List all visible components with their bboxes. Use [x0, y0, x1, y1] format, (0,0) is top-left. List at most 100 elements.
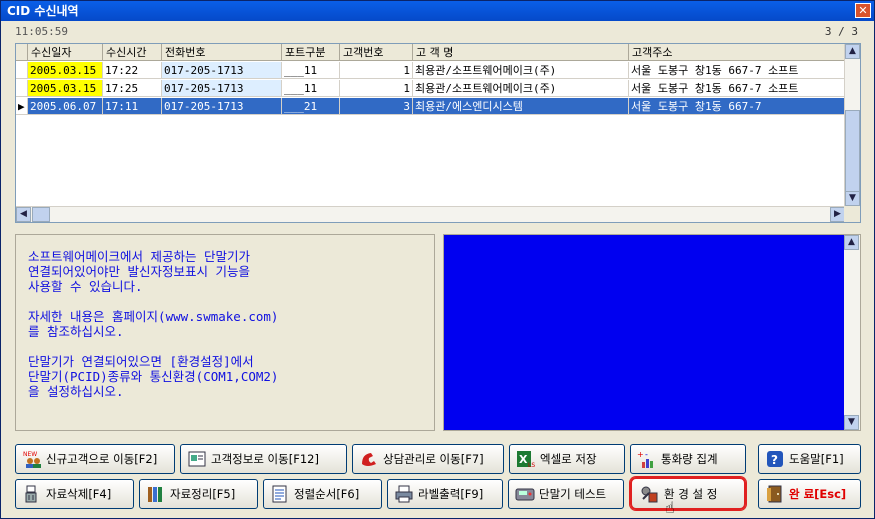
scroll-down-icon[interactable]: ▼: [844, 415, 859, 430]
header-indicator: [16, 44, 28, 61]
message-paragraph-1: 소프트웨어메이크에서 제공하는 단말기가 연결되어있어야만 발신자정보표시 기능…: [28, 249, 251, 294]
cell-phone: 017-205-1713: [162, 62, 282, 79]
excel-icon: X LS: [516, 450, 536, 468]
row-indicator: [16, 62, 28, 79]
cell-time: 17:22: [103, 62, 162, 79]
sort-order-button[interactable]: 정렬순서[F6]: [263, 479, 382, 509]
scroll-right-icon[interactable]: ▶: [830, 207, 845, 222]
scroll-thumb[interactable]: [845, 110, 860, 196]
settings-button[interactable]: 환 경 설 정: [630, 477, 746, 510]
table-row[interactable]: 2005.03.15 17:22 017-205-1713 ___11 1 최용…: [16, 62, 845, 79]
cell-date: 2005.06.07: [28, 98, 103, 115]
hand-cursor-icon: ☝: [665, 498, 675, 517]
table-row[interactable]: 2005.03.15 17:25 017-205-1713 ___11 1 최용…: [16, 80, 845, 97]
scroll-down-icon[interactable]: ▼: [845, 191, 860, 206]
svg-text:NEW: NEW: [23, 451, 37, 458]
title-bar: CID 수신내역 ✕: [1, 1, 874, 21]
customer-info-label: 고객정보로 이동[F12]: [211, 452, 319, 466]
books-icon: [146, 485, 166, 503]
consult-label: 상담관리로 이동[F7]: [383, 452, 484, 466]
sort-label: 정렬순서[F6]: [294, 487, 360, 501]
chart-icon: + -: [637, 450, 657, 468]
device-icon: [515, 485, 535, 503]
print-label-label: 라벨출력[F9]: [418, 487, 484, 501]
excel-label: 엑셀로 저장: [540, 452, 597, 466]
terminal-test-label: 단말기 테스트: [539, 487, 607, 501]
printer-icon: [394, 485, 414, 503]
help-label: 도움말[F1]: [789, 452, 844, 466]
cell-customer-name: 최용관/소프트웨어메이크(주): [413, 62, 629, 79]
cell-date: 2005.03.15: [28, 80, 103, 97]
scroll-up-icon[interactable]: ▲: [844, 235, 859, 250]
settings-tools-icon: [640, 485, 660, 503]
cell-phone: 017-205-1713: [162, 98, 282, 115]
message-paragraph-3: 단말기가 연결되어있으면 [환경설정]에서 단말기(PCID)종류와 통신환경(…: [28, 354, 279, 399]
grid-header: 수신일자 수신시간 전화번호 포트구분 고객번호 고 객 명 고객주소: [16, 44, 845, 61]
cell-time: 17:25: [103, 80, 162, 97]
help-button[interactable]: ? 도움말[F1]: [758, 444, 861, 474]
help-icon: ?: [765, 450, 785, 468]
new-customer-button[interactable]: NEW 신규고객으로 이동[F2]: [15, 444, 175, 474]
scroll-left-icon[interactable]: ◀: [16, 207, 31, 222]
cell-time: 17:11: [103, 98, 162, 115]
cell-phone: 017-205-1713: [162, 80, 282, 97]
call-stats-label: 통화량 집계: [661, 452, 718, 466]
header-date[interactable]: 수신일자: [28, 44, 103, 61]
print-label-button[interactable]: 라벨출력[F9]: [387, 479, 503, 509]
customer-card-icon: [187, 450, 207, 468]
header-time[interactable]: 수신시간: [103, 44, 162, 61]
exit-button[interactable]: 완 료[Esc]: [758, 479, 861, 509]
hscroll-thumb[interactable]: [32, 207, 50, 222]
call-stats-button[interactable]: + - 통화량 집계: [630, 444, 746, 474]
svg-text:-: -: [645, 450, 648, 459]
header-port[interactable]: 포트구분: [282, 44, 340, 61]
cell-customer-name: 최용관/소프트웨어메이크(주): [413, 80, 629, 97]
cleanup-label: 자료정리[F5]: [170, 487, 236, 501]
header-address[interactable]: 고객주소: [629, 44, 845, 61]
message-paragraph-2: 자세한 내용은 홈페이지(www.swmake.com) 를 참조하십시오.: [28, 309, 279, 339]
cleanup-data-button[interactable]: 자료정리[F5]: [139, 479, 258, 509]
grid-horizontal-scrollbar[interactable]: ◀ ▶: [16, 206, 845, 222]
customer-info-button[interactable]: 고객정보로 이동[F12]: [180, 444, 347, 474]
cell-port: ___11: [282, 62, 340, 79]
header-phone[interactable]: 전화번호: [162, 44, 282, 61]
cell-customer-no: 1: [340, 62, 413, 79]
trash-icon: [22, 485, 42, 503]
excel-save-button[interactable]: X LS 엑셀로 저장: [509, 444, 625, 474]
scroll-up-icon[interactable]: ▲: [845, 44, 860, 59]
delete-data-button[interactable]: 자료삭제[F4]: [15, 479, 134, 509]
cell-port: ___11: [282, 80, 340, 97]
document-list-icon: [270, 485, 290, 503]
grid-vertical-scrollbar[interactable]: ▲ ▼: [844, 44, 860, 206]
clock-display: 11:05:59: [15, 25, 68, 38]
reception-grid[interactable]: 수신일자 수신시간 전화번호 포트구분 고객번호 고 객 명 고객주소 2005…: [15, 43, 861, 223]
row-indicator: [16, 80, 28, 97]
message-panel: 소프트웨어메이크에서 제공하는 단말기가 연결되어있어야만 발신자정보표시 기능…: [15, 234, 435, 431]
cell-port: ___21: [282, 98, 340, 115]
cell-customer-no: 3: [340, 98, 413, 115]
consult-button[interactable]: 상담관리로 이동[F7]: [352, 444, 504, 474]
cell-address: 서울 도봉구 창1동 667-7 소프트: [629, 62, 845, 79]
svg-text:+: +: [637, 450, 644, 459]
header-customer-no[interactable]: 고객번호: [340, 44, 413, 61]
terminal-test-button[interactable]: 단말기 테스트: [508, 479, 624, 509]
record-counter: 3 / 3: [824, 25, 858, 38]
cell-address: 서울 도봉구 창1동 667-7: [629, 98, 845, 115]
exit-label: 완 료[Esc]: [789, 487, 847, 501]
row-pointer-icon: ▶: [16, 98, 28, 115]
close-button[interactable]: ✕: [855, 3, 871, 18]
display-scrollbar[interactable]: ▲ ▼: [844, 235, 860, 430]
svg-text:LS: LS: [528, 462, 535, 468]
scroll-corner: [844, 206, 860, 222]
window-title: CID 수신내역: [7, 4, 79, 18]
cell-address: 서울 도봉구 창1동 667-7 소프트: [629, 80, 845, 97]
cell-date: 2005.03.15: [28, 62, 103, 79]
phone-icon: [359, 450, 379, 468]
header-customer-name[interactable]: 고 객 명: [413, 44, 629, 61]
table-row-selected[interactable]: ▶ 2005.06.07 17:11 017-205-1713 ___21 3 …: [16, 98, 845, 115]
new-customer-label: 신규고객으로 이동[F2]: [46, 452, 158, 466]
svg-text:X: X: [519, 453, 528, 466]
svg-text:?: ?: [771, 453, 778, 467]
cell-customer-name: 최용관/에스엔디시스템: [413, 98, 629, 115]
cid-window: CID 수신내역 ✕ 11:05:59 3 / 3 수신일자 수신시간 전화번호…: [0, 0, 875, 519]
